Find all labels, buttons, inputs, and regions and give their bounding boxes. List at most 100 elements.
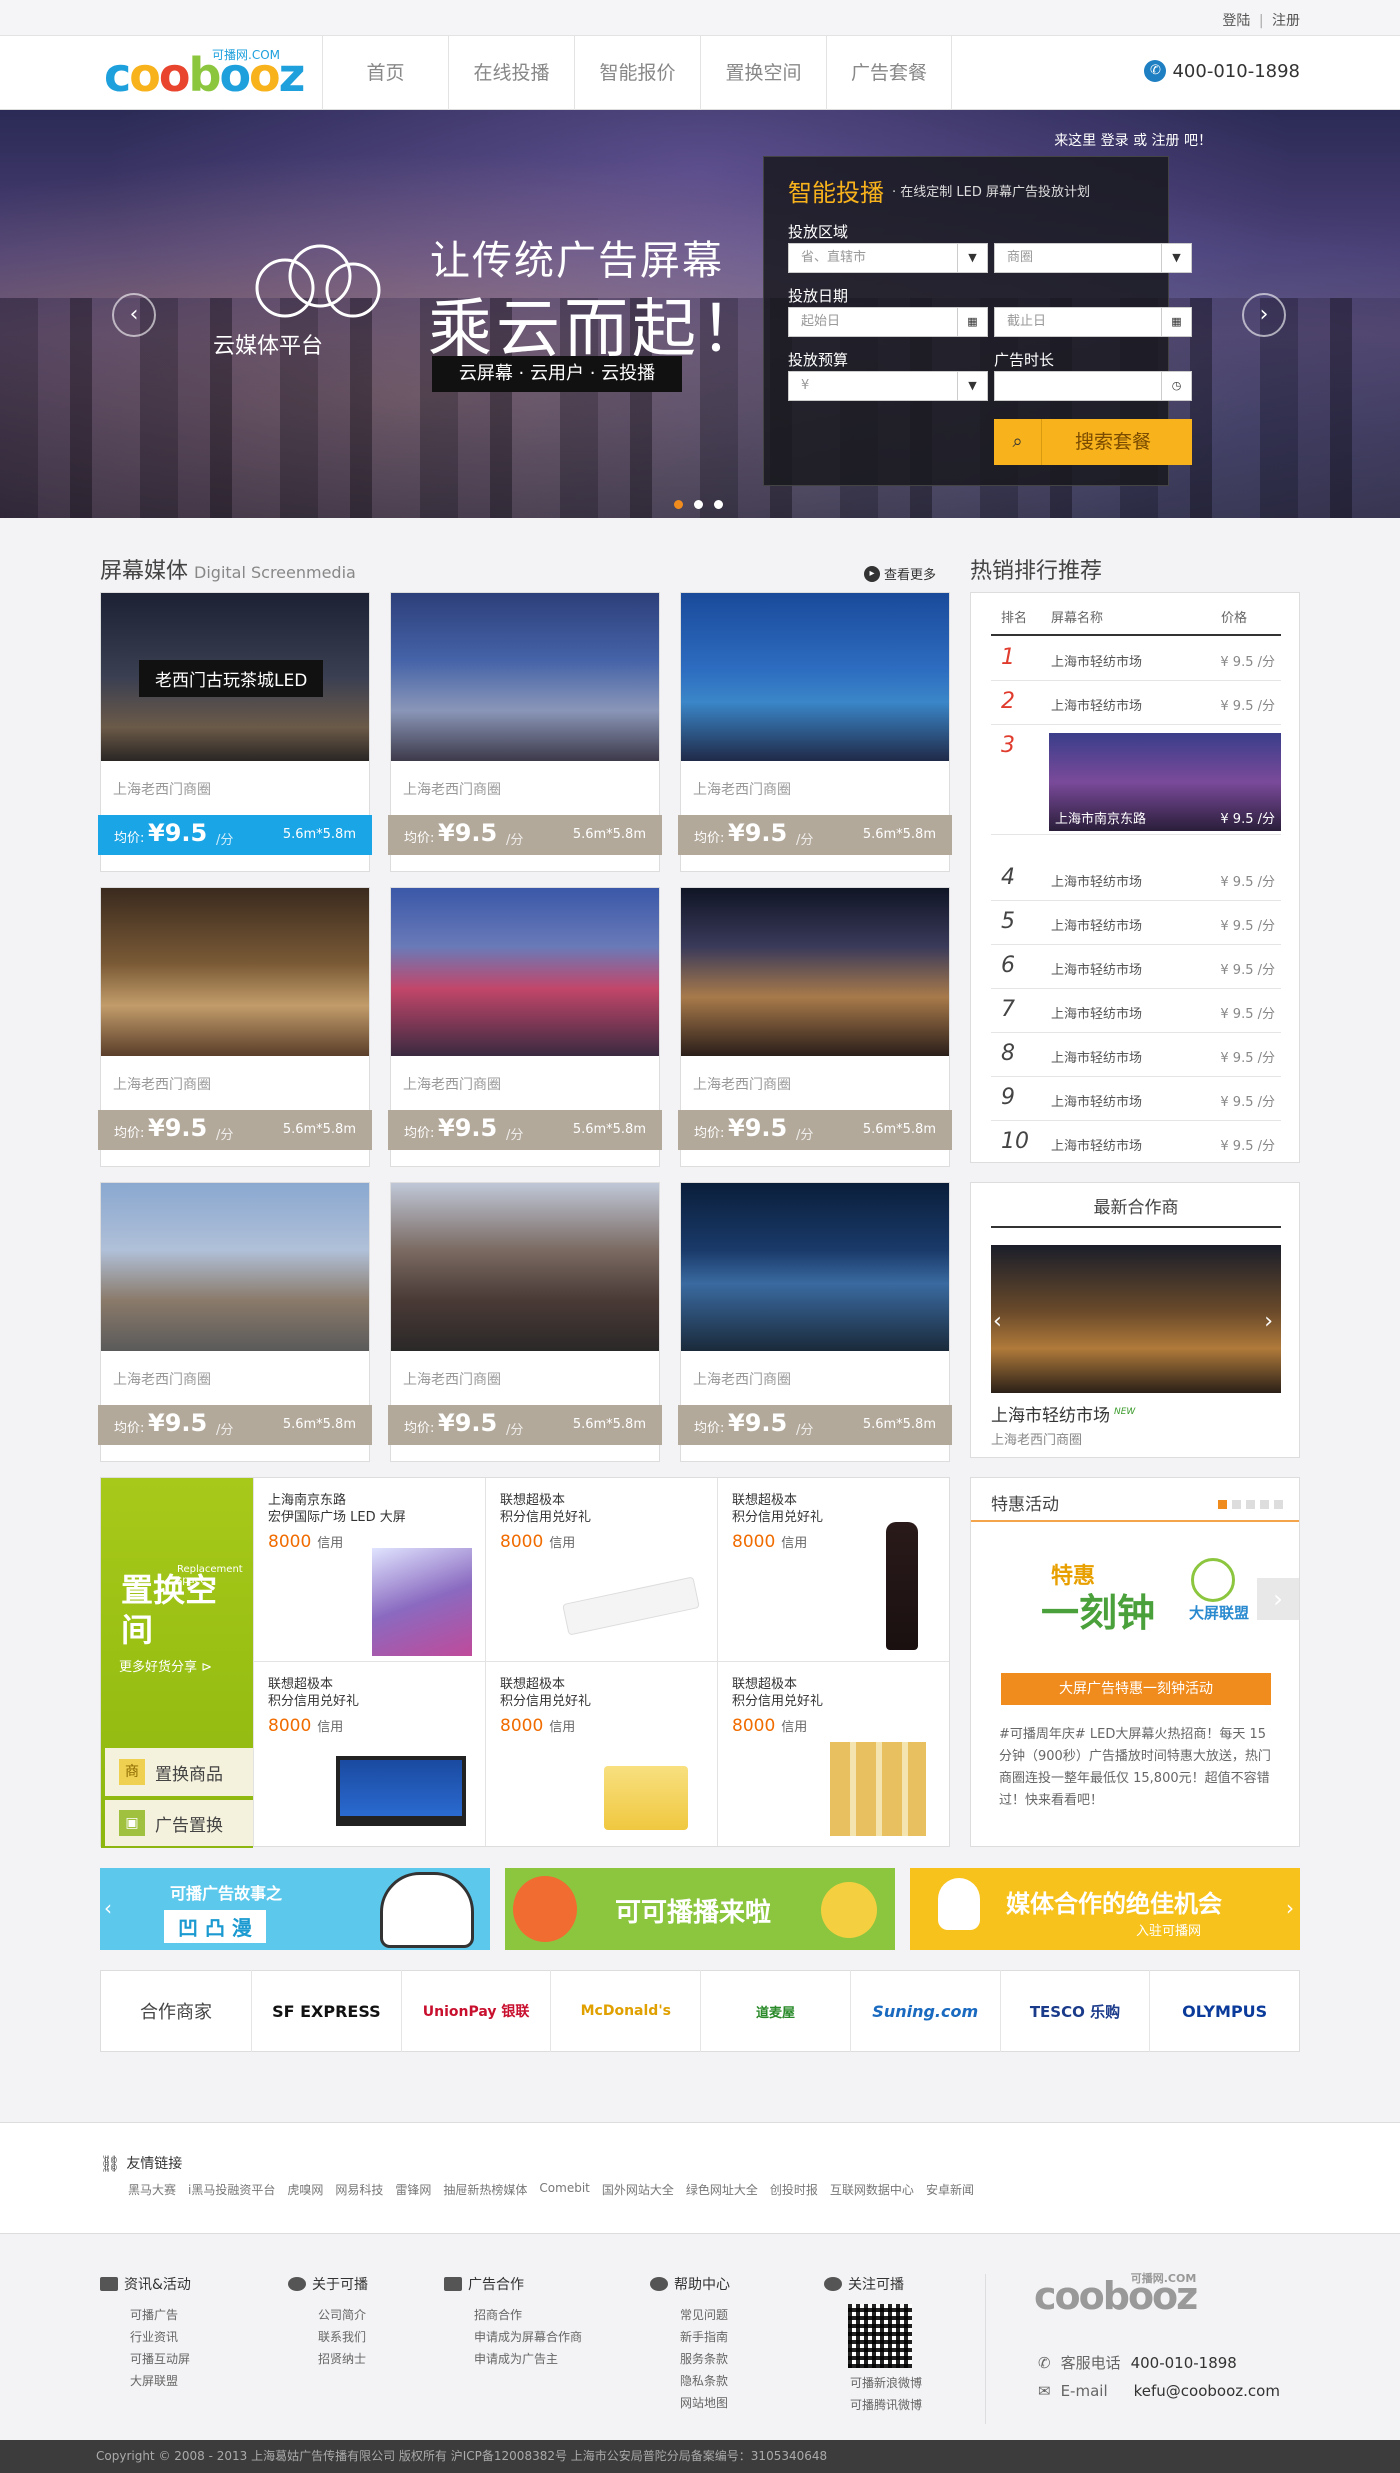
friend-link[interactable]: 虎嗅网 [287,2181,323,2198]
ranking-row[interactable]: 7 上海市轻纺市场 ¥ 9.5 /分 [991,989,1281,1033]
comic-banner[interactable]: ‹ 可播广告故事之 凹 凸 漫 [100,1868,490,1950]
footer-link[interactable]: 常见问题 [650,2304,730,2326]
ranking-row[interactable]: 10 上海市轻纺市场 ¥ 9.5 /分 [991,1121,1281,1161]
footer-link[interactable]: 招贤纳士 [288,2348,368,2370]
partner-logo-unionpay[interactable]: UnionPay 银联 [400,1970,551,2052]
screen-card[interactable]: 老西门古玩茶城LED 上海老西门商圈 均价: ¥9.5/分 5.6m*5.8m [98,592,372,872]
exchange-item[interactable]: 联想超极本 积分信用兑好礼 8000 信用 [717,1478,949,1662]
nav-smart-quote[interactable]: 智能报价 [574,36,700,110]
footer-link[interactable]: 可播腾讯微博 [824,2394,922,2416]
nav-exchange[interactable]: 置换空间 [700,36,826,110]
login-link[interactable]: 登陆 [1222,13,1250,29]
ranking-row[interactable]: 4 上海市轻纺市场 ¥ 9.5 /分 [991,857,1281,901]
footer-link[interactable]: 申请成为广告主 [444,2348,582,2370]
ranking-row[interactable]: 9 上海市轻纺市场 ¥ 9.5 /分 [991,1077,1281,1121]
friend-link[interactable]: 绿色网址大全 [686,2181,758,2198]
ranking-row[interactable]: 8 上海市轻纺市场 ¥ 9.5 /分 [991,1033,1281,1077]
screen-card[interactable]: 上海老西门商圈 均价: ¥9.5/分 5.6m*5.8m [678,887,952,1167]
partner-logo-daomaiwu[interactable]: 道麦屋 [700,1970,850,2052]
banner-prev-arrow[interactable]: ‹ [104,1896,112,1920]
banner-prev-arrow[interactable]: ‹ [112,293,156,337]
offer-dot-2[interactable] [1232,1500,1241,1509]
screen-card[interactable]: 上海老西门商圈 均价: ¥9.5/分 5.6m*5.8m [388,887,662,1167]
screen-card[interactable]: 上海老西门商圈 均价: ¥9.5/分 5.6m*5.8m [388,592,662,872]
logo[interactable]: coobooz 可播网.COM [104,46,305,102]
search-packages-button[interactable]: ⌕ 搜索套餐 [994,419,1192,465]
ranking-row[interactable]: 2 上海市轻纺市场 ¥ 9.5 /分 [991,681,1281,725]
footer-link[interactable]: 网站地图 [650,2392,730,2414]
footer-link[interactable]: 行业资讯 [100,2326,191,2348]
friend-link[interactable]: 安卓新闻 [926,2181,974,2198]
partner-logo-olympus[interactable]: OLYMPUS [1149,1970,1299,2052]
footer-link[interactable]: 招商合作 [444,2304,582,2326]
screens-more-link[interactable]: ▸ 查看更多 [864,564,936,583]
footer-link[interactable]: 公司简介 [288,2304,368,2326]
offer-button[interactable]: 大屏广告特惠一刻钟活动 [1001,1673,1271,1705]
footer-link[interactable]: 可播广告 [100,2304,191,2326]
offer-dot-1[interactable] [1218,1500,1227,1509]
friend-link[interactable]: 网易科技 [335,2181,383,2198]
friend-link[interactable]: 雷锋网 [395,2181,431,2198]
footer-link[interactable]: 新手指南 [650,2326,730,2348]
banner-next-arrow[interactable]: › [1286,1896,1294,1920]
partner-next-arrow[interactable]: › [1264,1309,1273,1334]
footer-link[interactable]: 联系我们 [288,2326,368,2348]
screen-card[interactable]: 上海老西门商圈 均价: ¥9.5/分 5.6m*5.8m [388,1182,662,1462]
screen-card[interactable]: 上海老西门商圈 均价: ¥9.5/分 5.6m*5.8m [678,592,952,872]
footer-link[interactable]: 可播新浪微博 [824,2372,922,2394]
footer-link[interactable]: 服务条款 [650,2348,730,2370]
partner-prev-arrow[interactable]: ‹ [993,1309,1002,1334]
footer-link[interactable]: 隐私条款 [650,2370,730,2392]
next-arrow[interactable]: › [1257,1578,1299,1620]
friend-link[interactable]: 国外网站大全 [602,2181,674,2198]
exchange-item[interactable]: 联想超极本 积分信用兑好礼 8000 信用 [253,1662,485,1846]
footer-link[interactable]: 可播互动屏 [100,2348,191,2370]
tab-exchange-goods[interactable]: 商 置换商品 [105,1748,253,1796]
province-select[interactable]: 省、直辖市 ▼ [788,243,988,273]
login-hint[interactable]: 来这里 登录 或 注册 吧！ [1054,130,1212,150]
screen-card[interactable]: 上海老西门商圈 均价: ¥9.5/分 5.6m*5.8m [98,1182,372,1462]
tab-ad-exchange[interactable]: ▣ 广告置换 [105,1800,253,1846]
offer-dot-4[interactable] [1260,1500,1269,1509]
nav-online-play[interactable]: 在线投播 [448,36,574,110]
ranking-row[interactable]: 1 上海市轻纺市场 ¥ 9.5 /分 [991,637,1281,681]
district-select[interactable]: 商圈 ▼ [994,243,1192,273]
offer-image[interactable]: 特惠 一刻钟 大屏联盟 [1011,1558,1261,1648]
friend-link[interactable]: 抽屉新热榜媒体 [443,2181,527,2198]
nav-home[interactable]: 首页 [322,36,448,110]
exchange-item[interactable]: 联想超极本 积分信用兑好礼 8000 信用 [485,1478,717,1662]
banner-next-arrow[interactable]: › [1242,293,1286,337]
banner-dot-3[interactable] [714,500,723,509]
partner-logo-mcdonalds[interactable]: McDonald's [550,1970,700,2052]
coobooz-banner[interactable]: 可可播播来啦 [505,1868,895,1950]
exchange-more-link[interactable]: 更多好货分享 ⊳ [119,1656,212,1675]
banner-dot-1[interactable] [674,500,683,509]
partner-logo-tesco[interactable]: TESCO 乐购 [999,1970,1150,2052]
friend-link[interactable]: 互联网数据中心 [830,2181,914,2198]
banner-dot-2[interactable] [694,500,703,509]
ranking-row[interactable]: 6 上海市轻纺市场 ¥ 9.5 /分 [991,945,1281,989]
end-date-input[interactable]: 截止日 ▦ [994,307,1192,337]
footer-link[interactable]: 申请成为屏幕合作商 [444,2326,582,2348]
footer-link[interactable]: 大屏联盟 [100,2370,191,2392]
partner-logo-suning[interactable]: Suning.com [849,1970,1000,2052]
friend-link[interactable]: i黑马投融资平台 [188,2181,275,2198]
partnership-banner[interactable]: 媒体合作的绝佳机会 入驻可播网 › [910,1868,1300,1950]
exchange-item[interactable]: 联想超极本 积分信用兑好礼 8000 信用 [485,1662,717,1846]
screen-card[interactable]: 上海老西门商圈 均价: ¥9.5/分 5.6m*5.8m [678,1182,952,1462]
partner-image[interactable] [991,1245,1281,1393]
duration-input[interactable]: ◷ [994,371,1192,401]
offer-dot-3[interactable] [1246,1500,1255,1509]
friend-link[interactable]: Comebit [539,2181,589,2198]
budget-select[interactable]: ¥ ▼ [788,371,988,401]
start-date-input[interactable]: 起始日 ▦ [788,307,988,337]
partner-logo-sf[interactable]: SF EXPRESS [251,1970,401,2052]
ranking-row[interactable]: 5 上海市轻纺市场 ¥ 9.5 /分 [991,901,1281,945]
nav-packages[interactable]: 广告套餐 [826,36,952,110]
ranking-row-featured[interactable]: 3 上海市南京东路 ¥ 9.5 /分 [991,725,1281,835]
friend-link[interactable]: 黑马大赛 [128,2181,176,2198]
exchange-item[interactable]: 上海南京东路 宏伊国际广场 LED 大屏 8000 信用 [253,1478,485,1662]
friend-link[interactable]: 创投时报 [770,2181,818,2198]
screen-card[interactable]: 上海老西门商圈 均价: ¥9.5/分 5.6m*5.8m [98,887,372,1167]
register-link[interactable]: 注册 [1272,13,1300,29]
